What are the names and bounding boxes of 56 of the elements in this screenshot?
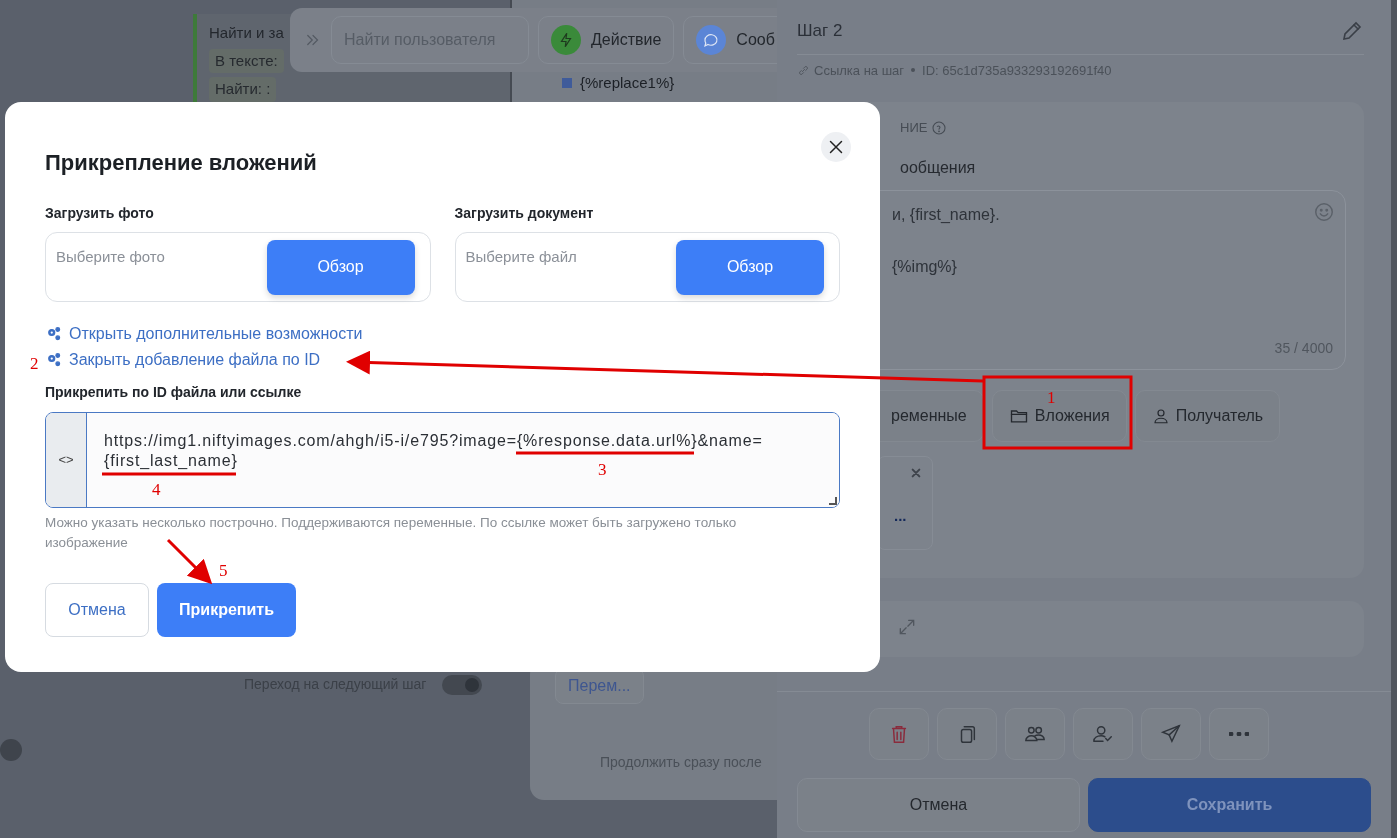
field-value: {first_last_name} <box>104 451 238 471</box>
dot-separator <box>911 68 916 73</box>
emoji-icon[interactable] <box>1313 200 1335 223</box>
person-icon <box>1151 406 1170 425</box>
person-check-button[interactable] <box>1073 708 1133 760</box>
resize-handle[interactable] <box>829 497 837 505</box>
field-label: ообщения <box>900 157 977 178</box>
action-button[interactable]: Действие <box>538 16 675 64</box>
code-prefix: <> <box>46 413 87 507</box>
attachment-link[interactable]: ... <box>894 506 907 524</box>
recipient-button[interactable]: Получатель <box>1134 389 1281 442</box>
person-check-icon <box>1092 723 1114 745</box>
url-label: Прикрепить по ID файла или ссылке <box>45 383 303 402</box>
step-number: 2 <box>30 355 39 372</box>
variable-text: {%replace1%} <box>580 73 675 93</box>
attach-button[interactable]: Прикрепить <box>157 583 296 637</box>
field-label: В тексте: <box>209 48 284 73</box>
people-button[interactable] <box>1005 708 1065 760</box>
field-value: https://img1.niftyimages.com/ahgh/i5-i/e795?image={%response.data.url%}&name= <box>104 431 763 451</box>
gears-icon <box>45 325 63 343</box>
node-title: Найти и за <box>209 23 284 43</box>
file-field[interactable]: Выберите файл Обзор <box>454 232 840 302</box>
send-icon <box>1160 723 1182 745</box>
browse-button[interactable]: Обзор <box>676 239 824 295</box>
cancel-button[interactable]: Отмена <box>45 583 149 637</box>
close-button[interactable] <box>821 132 851 162</box>
save-button[interactable]: Сохранить <box>1088 778 1371 832</box>
upload-label: Загрузить фото <box>45 204 155 223</box>
upload-label: Загрузить документ <box>454 204 595 223</box>
arrow <box>166 538 213 585</box>
section-label: НИЕ <box>900 119 928 137</box>
cancel-button[interactable]: Отмена <box>797 778 1080 832</box>
help-text: Можно указать несколько построчно. Поддерживаются переменные. По ссылке может быть загружено только изображение <box>45 514 738 552</box>
browse-button[interactable]: Обзор <box>266 239 415 295</box>
variable-icon <box>562 78 572 89</box>
file-placeholder: Выберите фото <box>56 246 165 267</box>
step-number: 5 <box>219 562 228 579</box>
dialog-title: Прикрепление вложений <box>45 149 318 177</box>
field-label: Найти: : <box>209 77 277 102</box>
toggle-switch[interactable] <box>442 674 483 695</box>
step-number: 3 <box>598 461 607 478</box>
copy-button[interactable] <box>937 708 997 760</box>
help-icon[interactable] <box>931 119 948 136</box>
step-number: 4 <box>152 481 161 498</box>
step-title: Шаг 2 <box>797 20 843 42</box>
link-icon <box>797 63 810 77</box>
send-button[interactable] <box>1141 708 1201 760</box>
message-text: и, {first_name}. <box>892 204 1000 225</box>
trash-button[interactable] <box>869 708 929 760</box>
file-placeholder: Выберите файл <box>465 246 577 267</box>
step-number: 1 <box>1047 389 1056 406</box>
file-field[interactable]: Выберите фото Обзор <box>45 232 431 302</box>
more-icon <box>1229 732 1249 736</box>
node-handle[interactable] <box>0 739 22 761</box>
gears-icon <box>45 351 63 369</box>
message-text: {%img%} <box>892 256 957 277</box>
